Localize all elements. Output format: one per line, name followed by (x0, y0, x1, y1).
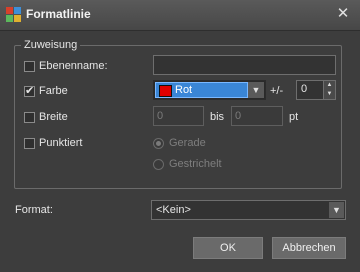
width-from-input[interactable]: 0 (153, 106, 204, 126)
radio-solid[interactable] (153, 138, 164, 149)
format-dropdown[interactable]: <Kein> ▼ (151, 200, 346, 220)
window-title: Formatlinie (26, 7, 91, 21)
group-legend: Zuweisung (24, 39, 78, 51)
color-dropdown[interactable]: Rot ▼ (153, 80, 266, 100)
format-value: <Kein> (156, 204, 191, 216)
dotted-label: Punktiert (39, 137, 83, 149)
close-icon[interactable]: ✕ (332, 4, 354, 24)
chevron-down-icon[interactable]: ▼ (248, 82, 264, 98)
tolerance-value: 0 (301, 83, 308, 95)
ok-button[interactable]: OK (193, 237, 263, 259)
chevron-down-icon[interactable]: ▼ (329, 202, 344, 218)
cancel-button[interactable]: Abbrechen (272, 237, 346, 259)
radio-dashed[interactable] (153, 159, 164, 170)
layer-name-checkbox[interactable] (24, 61, 35, 72)
color-value: Rot (175, 84, 193, 96)
color-selection: Rot (155, 82, 248, 98)
layer-name-input[interactable] (153, 55, 336, 75)
color-checkbox[interactable] (24, 84, 35, 97)
stepper-arrows-icon[interactable]: ▲ ▼ (323, 81, 335, 99)
radio-dashed-label: Gestrichelt (169, 158, 222, 170)
width-unit-label: pt (289, 111, 299, 123)
app-grid-icon (6, 7, 21, 22)
format-label: Format: (15, 204, 53, 216)
layer-name-label: Ebenenname: (39, 60, 108, 72)
color-label: Farbe (39, 85, 68, 97)
dotted-checkbox[interactable] (24, 138, 35, 149)
width-to-input[interactable]: 0 (231, 106, 283, 126)
width-checkbox[interactable] (24, 112, 35, 123)
width-to-label: bis (210, 111, 225, 123)
title-bar: Formatlinie ✕ (0, 0, 360, 31)
color-swatch (159, 85, 172, 97)
tolerance-label: +/- (270, 85, 284, 97)
radio-solid-label: Gerade (169, 137, 206, 149)
tolerance-stepper[interactable]: 0 ▲ ▼ (296, 80, 336, 100)
width-label: Breite (39, 111, 68, 123)
